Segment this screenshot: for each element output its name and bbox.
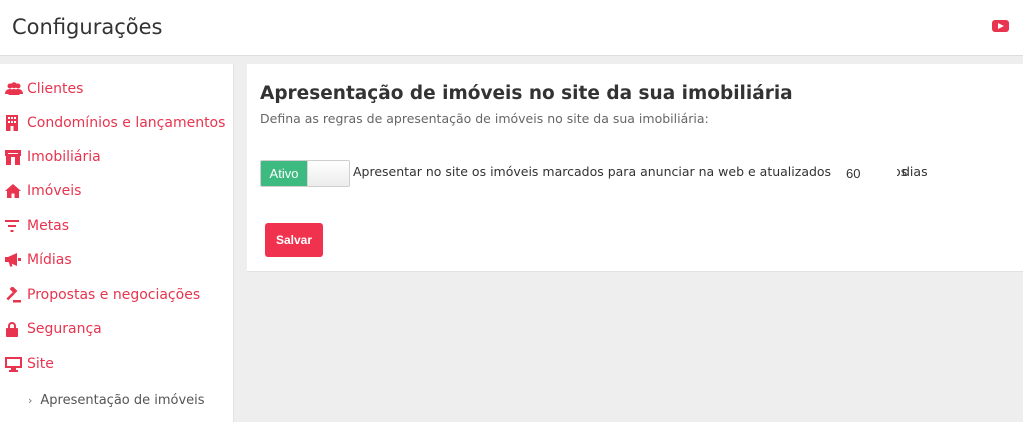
sidebar-subitem-apresentacao[interactable]: › Apresentação de imóveis [28,390,205,410]
rule-text: Apresentar no site os imóveis marcados p… [353,164,908,179]
sidebar-item-label: Clientes [27,81,84,97]
toggle-label: Ativo [261,161,307,186]
sidebar-item-site[interactable]: Site [5,353,54,375]
top-bar: Configurações [0,0,1023,56]
megaphone-icon [5,252,23,268]
sidebar-item-label: Imóveis [27,183,82,199]
section-subtitle: Defina as regras de apresentação de imóv… [260,111,709,126]
sidebar-item-label: Metas [27,218,70,234]
days-input[interactable] [835,159,897,187]
sidebar-item-label: Imobiliária [27,149,101,165]
users-icon [5,81,23,97]
sidebar-item-imoveis[interactable]: Imóveis [5,180,81,202]
sidebar-item-clientes[interactable]: Clientes [5,78,83,100]
sidebar-item-label: Propostas e negociações [27,287,201,303]
lock-icon [5,321,23,337]
building-icon [5,115,23,131]
sidebar-item-label: Segurança [27,321,102,337]
sidebar-subitem-label: Apresentação de imóveis [40,392,205,408]
page-title: Configurações [12,15,163,39]
sidebar-item-metas[interactable]: Metas [5,215,69,237]
sidebar: Clientes Condomínios e lançamentos Imobi… [0,64,234,422]
sidebar-item-label: Site [27,356,54,372]
sidebar-item-propostas[interactable]: Propostas e negociações [5,284,200,306]
youtube-icon[interactable] [992,20,1009,32]
sidebar-item-imobiliaria[interactable]: Imobiliária [5,146,101,168]
chevron-right-icon: › [28,393,33,407]
active-toggle[interactable]: Ativo [260,160,350,187]
settings-card: Apresentação de imóveis no site da sua i… [247,64,1023,272]
home-icon [5,183,23,199]
toggle-knob [307,161,349,186]
save-button[interactable]: Salvar [265,223,323,257]
sidebar-item-condominios[interactable]: Condomínios e lançamentos [5,112,225,134]
sidebar-item-seguranca[interactable]: Segurança [5,318,102,340]
gavel-icon [5,287,23,303]
sidebar-item-label: Mídias [27,252,72,268]
monitor-icon [5,356,23,372]
sidebar-item-midias[interactable]: Mídias [5,249,72,271]
sidebar-item-label: Condomínios e lançamentos [27,115,226,131]
section-title: Apresentação de imóveis no site da sua i… [260,83,793,104]
filter-icon [5,218,23,234]
storefront-icon [5,149,23,165]
days-label: dias [902,164,928,179]
